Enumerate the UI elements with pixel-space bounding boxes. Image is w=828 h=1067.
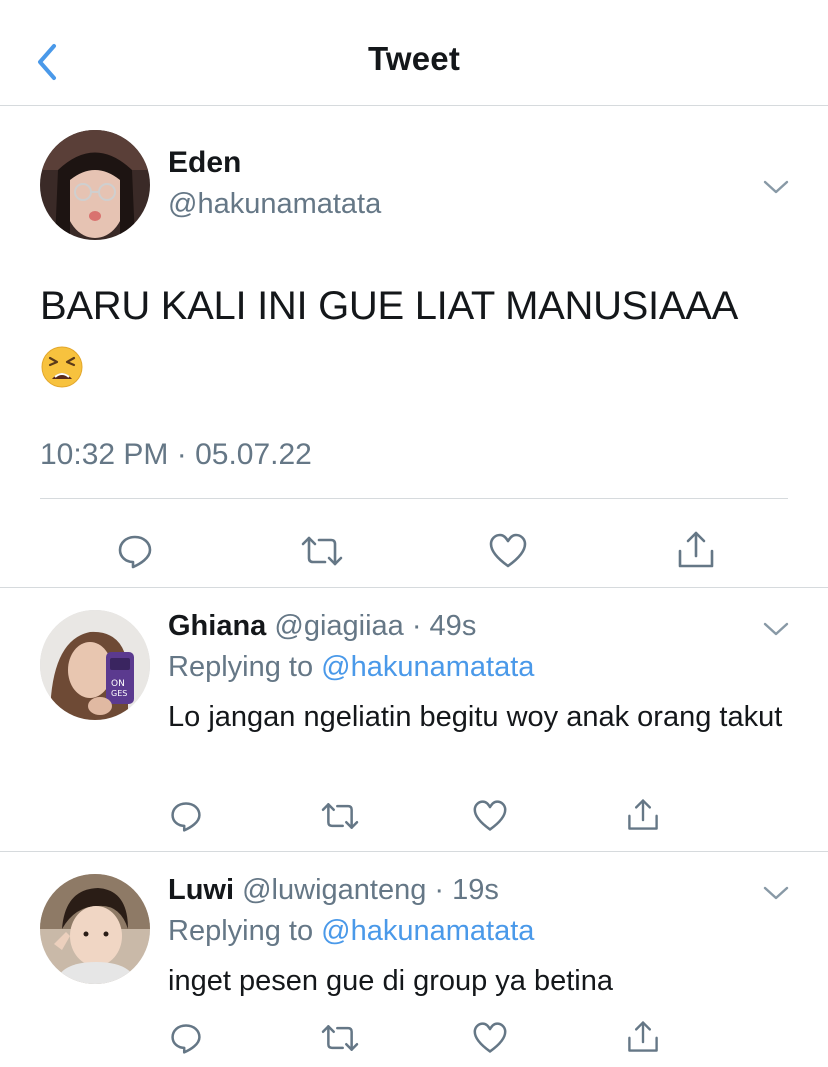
author-handle[interactable]: @hakunamatata xyxy=(168,188,381,221)
share-button[interactable] xyxy=(624,795,662,835)
reply-button[interactable] xyxy=(115,531,155,571)
share-button[interactable] xyxy=(676,528,716,572)
like-button[interactable] xyxy=(487,531,529,571)
avatar[interactable] xyxy=(40,874,150,984)
reply-icon xyxy=(171,802,201,832)
chevron-down-icon[interactable] xyxy=(762,178,790,196)
avatar-photo xyxy=(40,874,150,984)
retweet-button[interactable] xyxy=(300,531,344,571)
tweet-actions xyxy=(0,516,828,586)
retweet-button[interactable] xyxy=(318,798,362,834)
mention-link[interactable]: @hakunamatata xyxy=(321,915,534,947)
replying-to-label: Replying to xyxy=(168,651,314,683)
author-name[interactable]: Eden xyxy=(168,146,241,180)
author-handle[interactable]: @luwiganteng · 19s xyxy=(242,874,499,906)
share-icon xyxy=(628,1021,658,1052)
tweet-text: BARU KALI INI GUE LIAT MANUSIAAA xyxy=(40,278,800,390)
retweet-icon xyxy=(321,803,359,829)
svg-text:GES: GES xyxy=(111,689,127,698)
tweet-text-content: BARU KALI INI GUE LIAT MANUSIAAA xyxy=(40,284,738,328)
author-name[interactable]: Ghiana xyxy=(168,610,266,642)
replying-to: Replying to @hakunamatata xyxy=(168,915,534,948)
chevron-down-icon[interactable] xyxy=(762,620,790,638)
avatar[interactable]: ON GES xyxy=(40,610,150,720)
like-button[interactable] xyxy=(470,1020,510,1056)
navigation-bar: Tweet xyxy=(0,0,828,106)
like-button[interactable] xyxy=(470,798,510,834)
chevron-down-icon[interactable] xyxy=(762,884,790,902)
reply-header: Ghiana @giagiiaa · 49s xyxy=(168,610,476,643)
reply-button[interactable] xyxy=(166,798,206,834)
divider xyxy=(0,587,828,588)
retweet-button[interactable] xyxy=(318,1020,362,1056)
reply-header: Luwi @luwiganteng · 19s xyxy=(168,874,499,907)
avatar[interactable] xyxy=(40,130,150,240)
avatar-photo: ON GES xyxy=(40,610,150,720)
author-handle[interactable]: @giagiiaa · 49s xyxy=(274,610,476,642)
share-icon xyxy=(628,799,658,830)
share-button[interactable] xyxy=(624,1017,662,1057)
reply-button[interactable] xyxy=(166,1020,206,1056)
svg-text:ON: ON xyxy=(111,679,125,689)
heart-icon xyxy=(473,1022,507,1053)
replying-to: Replying to @hakunamatata xyxy=(168,651,534,684)
divider xyxy=(0,851,828,852)
share-icon xyxy=(678,531,714,568)
heart-icon xyxy=(473,800,507,831)
retweet-icon xyxy=(321,1025,359,1051)
reply-text: inget pesen gue di group ya betina xyxy=(168,965,614,997)
reply-text: Lo jangan ngeliatin begitu woy anak oran… xyxy=(168,701,783,733)
reply-icon xyxy=(118,535,152,569)
heart-icon xyxy=(489,533,527,568)
retweet-icon xyxy=(301,536,343,566)
tweet-timestamp: 10:32 PM · 05.07.22 xyxy=(40,438,312,471)
tired-face-emoji xyxy=(41,346,83,388)
avatar-photo xyxy=(40,130,150,240)
replying-to-label: Replying to xyxy=(168,915,314,947)
reply-icon xyxy=(171,1024,201,1054)
mention-link[interactable]: @hakunamatata xyxy=(321,651,534,683)
divider xyxy=(40,498,788,499)
page-title: Tweet xyxy=(367,40,461,77)
author-name[interactable]: Luwi xyxy=(168,874,234,906)
